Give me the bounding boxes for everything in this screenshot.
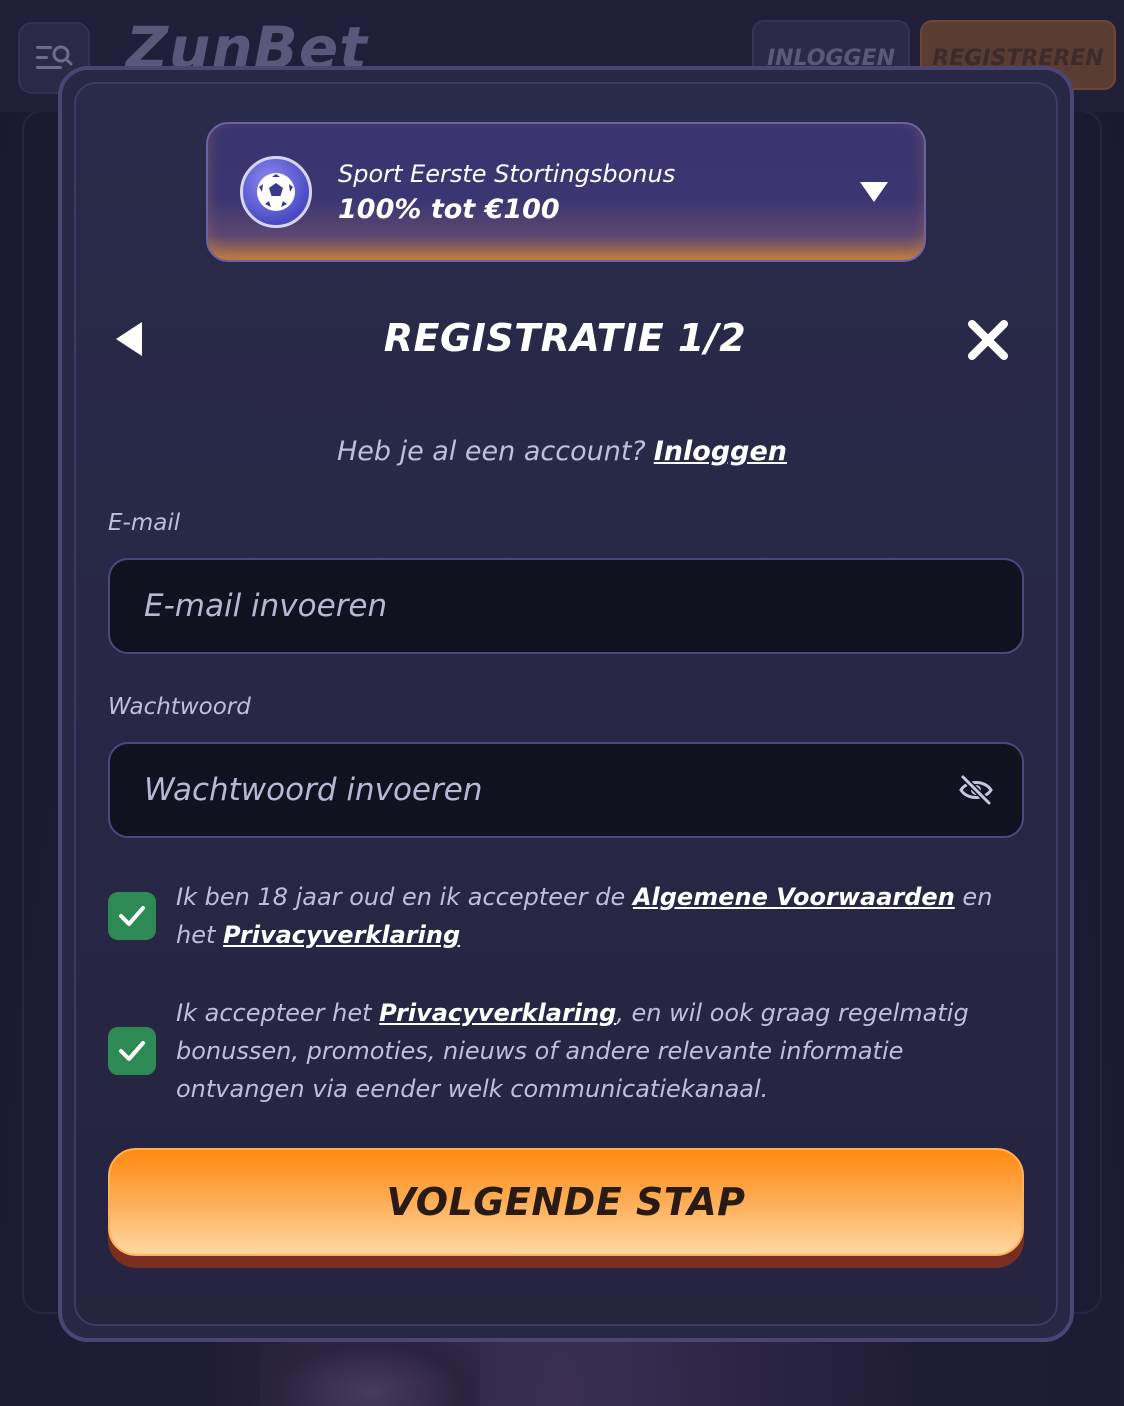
marketing-checkbox[interactable] xyxy=(108,1027,156,1075)
email-field[interactable] xyxy=(108,558,1024,654)
marketing-consent-text: Ik accepteer het Privacyverklaring, en w… xyxy=(176,994,976,1108)
terms-link[interactable]: Algemene Voorwaarden xyxy=(633,883,955,911)
close-icon[interactable] xyxy=(966,318,1010,362)
bottom-decoration xyxy=(260,1336,480,1406)
password-field[interactable] xyxy=(108,742,1024,838)
password-label: Wachtwoord xyxy=(108,694,251,720)
terms-checkbox[interactable] xyxy=(108,892,156,940)
bonus-selector[interactable]: Sport Eerste Stortingsbonus 100% tot €10… xyxy=(206,122,926,262)
chevron-down-icon xyxy=(860,182,888,202)
privacy-link[interactable]: Privacyverklaring xyxy=(223,921,460,949)
bonus-title: Sport Eerste Stortingsbonus xyxy=(338,160,676,188)
soccer-ball-icon xyxy=(240,156,312,228)
page-title: REGISTRATIE 1/2 xyxy=(383,316,747,360)
privacy-link-marketing[interactable]: Privacyverklaring xyxy=(379,999,616,1027)
marketing-text-before: Ik accepteer het xyxy=(176,999,372,1027)
eye-slash-icon[interactable] xyxy=(958,772,994,808)
menu-search-icon xyxy=(36,45,73,69)
terms-text-before: Ik ben 18 jaar oud en ik accepteer de xyxy=(176,883,626,911)
terms-consent-text: Ik ben 18 jaar oud en ik accepteer de Al… xyxy=(176,878,1036,954)
email-label: E-mail xyxy=(108,510,181,536)
back-arrow-icon[interactable] xyxy=(116,322,142,356)
next-step-button[interactable]: VOLGENDE STAP xyxy=(108,1148,1024,1256)
checkmark-icon xyxy=(119,1041,145,1061)
checkmark-icon xyxy=(119,906,145,926)
have-account-text: Heb je al een account? xyxy=(336,436,646,467)
have-account-prompt: Heb je al een account? Inloggen xyxy=(0,436,1124,467)
login-link[interactable]: Inloggen xyxy=(654,436,787,467)
bonus-amount: 100% tot €100 xyxy=(338,194,560,225)
